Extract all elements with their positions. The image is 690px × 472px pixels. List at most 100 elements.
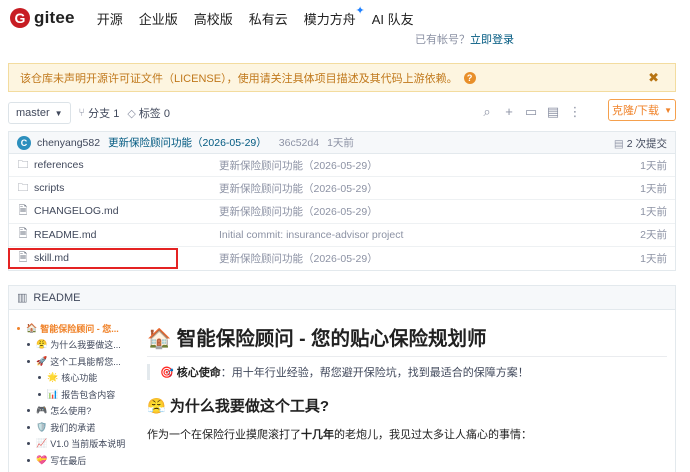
- house-icon: 🏠: [26, 322, 38, 333]
- section-heading-text: 为什么我要做这个工具?: [169, 398, 330, 415]
- highlight-box: [8, 248, 178, 269]
- readme-title-text: 智能保险顾问 - 您的贴心保险规划师: [176, 328, 487, 350]
- toc-label: 报告包含内容: [61, 389, 116, 400]
- toc-item[interactable]: 🚀 这个工具能帮您...: [17, 353, 129, 370]
- nav-item-model-ark-label: 模力方舟: [303, 11, 356, 27]
- nav-item-open-source[interactable]: 开源: [97, 9, 123, 28]
- nav-item-ai-teammate[interactable]: AI 队友: [372, 9, 414, 28]
- license-alert-text: 该仓库未声明开源许可证文件（LICENSE），使用请关注具体项目描述及其代码上游…: [20, 72, 458, 85]
- commit-time: 1天前: [327, 137, 354, 149]
- frustrated-face-icon: 😤: [36, 339, 48, 350]
- trend-icon: 📈: [36, 438, 48, 449]
- file-commit-message[interactable]: 更新保险顾问功能（2026-05-29）: [219, 251, 378, 266]
- file-time: 1天前: [640, 252, 667, 265]
- toc-label: 我们的承诺: [50, 422, 96, 433]
- toc-item[interactable]: 🎮 怎么使用?: [17, 403, 129, 420]
- book-icon: ▥: [17, 292, 28, 304]
- commit-message[interactable]: 更新保险顾问功能（2026-05-29）: [108, 135, 267, 150]
- gift-heart-icon: 💝: [36, 454, 48, 465]
- monitor-icon[interactable]: ▭: [524, 105, 538, 119]
- file-name[interactable]: CHANGELOG.md: [34, 205, 224, 217]
- chevron-down-icon: ▼: [664, 105, 672, 115]
- tags-link[interactable]: ◇ 标签 0: [127, 105, 170, 121]
- file-name[interactable]: references: [34, 159, 224, 171]
- toolbar-icons: ⌕ + ▭ ▤ ⋮: [472, 105, 582, 119]
- chevron-down-icon: ▼: [54, 108, 63, 118]
- gitee-logo[interactable]: G gitee: [10, 8, 75, 28]
- close-icon[interactable]: ✖: [648, 70, 659, 86]
- file-row-readme[interactable]: 🗎 README.md Initial commit: insurance-ad…: [9, 224, 675, 247]
- search-icon[interactable]: ⌕: [480, 105, 494, 119]
- star-icon: 🌟: [47, 372, 59, 383]
- file-time: 1天前: [640, 205, 667, 218]
- commit-sha[interactable]: 36c52d4: [279, 137, 319, 149]
- target-icon: 🎯: [160, 367, 174, 379]
- nav-item-private-cloud[interactable]: 私有云: [249, 9, 288, 28]
- file-commit-message[interactable]: 更新保险顾问功能（2026-05-29）: [219, 158, 378, 173]
- tag-icon: ◇: [127, 107, 136, 120]
- readme-content: 🏠 智能保险顾问 - 您的贴心保险规划师 🎯 核心使命：用十年行业经验，帮您避开…: [147, 322, 667, 442]
- toc-item[interactable]: 📊 报告包含内容: [17, 386, 129, 403]
- file-row-scripts[interactable]: 🗀 scripts 更新保险顾问功能（2026-05-29） 1天前: [9, 177, 675, 201]
- para-text-end: 的老炮儿，我见过太多让人痛心的事情：: [334, 429, 532, 441]
- toc-item[interactable]: 📈 V1.0 当前版本说明: [17, 436, 129, 453]
- commit-author[interactable]: chenyang582: [37, 137, 100, 149]
- bullet: [38, 392, 41, 396]
- tree-icon[interactable]: ⋮: [568, 105, 582, 119]
- file-icon: 🗎: [18, 228, 28, 241]
- toc-label: 核心功能: [61, 373, 98, 384]
- branches-link[interactable]: ⑂ 分支 1: [79, 105, 120, 121]
- mission-label: 核心使命: [176, 367, 221, 379]
- file-name[interactable]: README.md: [34, 229, 224, 241]
- toc-item[interactable]: 🌟 核心功能: [17, 370, 129, 387]
- toc-label: 这个工具能帮您...: [50, 356, 121, 367]
- main-nav: 开源 企业版 高校版 私有云 模力方舟 ✦ AI 队友: [97, 5, 430, 28]
- nav-item-education[interactable]: 高校版: [194, 9, 233, 28]
- mission-text: ：用十年行业经验，帮您避开保险坑，找到最适合的保障方案！: [220, 367, 529, 379]
- gitee-logo-icon: G: [10, 8, 30, 28]
- toc-label: V1.0 当前版本说明: [50, 439, 126, 450]
- file-commit-message[interactable]: 更新保险顾问功能（2026-05-29）: [219, 181, 378, 196]
- logo-text: gitee: [34, 8, 75, 27]
- section-heading: 😤 为什么我要做这个工具?: [147, 395, 667, 416]
- file-name[interactable]: scripts: [34, 182, 224, 194]
- branch-select[interactable]: master ▼: [8, 102, 71, 124]
- sparkle-icon: ✦: [355, 4, 365, 17]
- chat-icon[interactable]: ▤: [546, 105, 560, 119]
- file-row-references[interactable]: 🗀 references 更新保险顾问功能（2026-05-29） 1天前: [9, 154, 675, 178]
- login-hint: 已有帐号？立即登录: [415, 31, 514, 47]
- toc-item[interactable]: 😤 为什么我要做这...: [17, 337, 129, 354]
- bullet: [27, 409, 30, 413]
- login-link[interactable]: 立即登录: [470, 34, 514, 46]
- clone-download-label: 克隆/下载: [612, 105, 660, 117]
- toc-label: 写在最后: [50, 455, 87, 466]
- nav-item-model-ark[interactable]: 模力方舟 ✦: [303, 5, 365, 28]
- file-commit-message[interactable]: 更新保险顾问功能（2026-05-29）: [219, 204, 378, 219]
- toc-item[interactable]: 🛡️ 我们的承诺: [17, 419, 129, 436]
- clone-download-button[interactable]: 克隆/下载 ▼: [608, 99, 676, 121]
- branch-name: master: [16, 107, 50, 119]
- readme-toc: 🏠 智能保险顾问 - 您... 😤 为什么我要做这... 🚀 这个工具能帮您... 🌟…: [17, 320, 129, 469]
- toc-item[interactable]: 🏠 智能保险顾问 - 您...: [17, 320, 129, 337]
- file-row-changelog[interactable]: 🗎 CHANGELOG.md 更新保险顾问功能（2026-05-29） 1天前: [9, 200, 675, 224]
- help-icon[interactable]: ?: [463, 71, 476, 84]
- readme-tab-label[interactable]: README: [33, 292, 80, 304]
- frustrated-face-icon: 😤: [147, 398, 166, 415]
- shield-icon: 🛡️: [36, 421, 48, 432]
- bullet: [27, 343, 30, 347]
- file-commit-message[interactable]: Initial commit: insurance-advisor projec…: [219, 229, 403, 241]
- toc-label: 智能保险顾问 - 您...: [40, 323, 119, 334]
- login-hint-prefix: 已有帐号？: [415, 34, 470, 46]
- add-icon[interactable]: +: [502, 105, 516, 119]
- readme-title: 🏠 智能保险顾问 - 您的贴心保险规划师: [147, 322, 667, 357]
- bullet: [27, 458, 30, 462]
- folder-icon: 🗀: [17, 158, 29, 171]
- nav-item-enterprise[interactable]: 企业版: [139, 9, 178, 28]
- commit-count-link[interactable]: ▤ 2 次提交: [614, 136, 667, 151]
- branches-label: 分支 1: [88, 108, 120, 120]
- para-text: 作为一个在保险行业摸爬滚打了: [147, 429, 301, 441]
- mission-quote: 🎯 核心使命：用十年行业经验，帮您避开保险坑，找到最适合的保障方案！: [147, 364, 667, 380]
- bullet: [38, 376, 41, 380]
- avatar[interactable]: C: [17, 135, 31, 150]
- toc-item[interactable]: 💝 写在最后: [17, 452, 129, 469]
